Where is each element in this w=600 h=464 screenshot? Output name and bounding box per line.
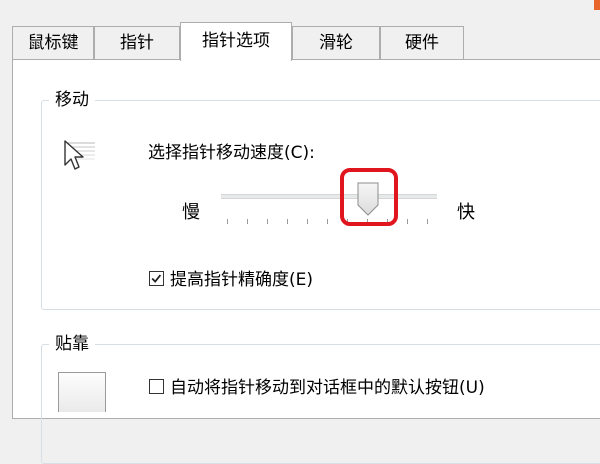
speed-prompt: 选择指针移动速度(C): [148,143,315,163]
window-top-edge [0,0,600,12]
tab-pointers[interactable]: 指针 [94,26,180,59]
checkbox-box[interactable] [149,379,164,394]
slider-tick [427,219,428,224]
tab-pointer-options[interactable]: 指针选项 [180,22,292,61]
checkmark-icon [151,274,162,283]
auto-move-label: 自动将指针移动到对话框中的默认按钮(U) [170,378,485,398]
slider-highlight-box [340,168,398,226]
snap-to-icon [58,372,106,412]
speed-slider-track[interactable] [221,194,437,199]
tab-buttons[interactable]: 鼠标键 [12,26,94,59]
tab-hardware[interactable]: 硬件 [380,26,464,59]
motion-group [41,100,600,310]
fast-label: 快 [457,202,475,223]
checkbox-box[interactable] [149,271,164,286]
slider-tick [307,219,308,224]
tab-wheel[interactable]: 滑轮 [292,26,380,59]
tab-panel: 移动 选择指针移动速度(C): 慢 快 提高指针精确度(E) 贴靠 自动将指针移… [12,59,600,464]
slider-tick [407,219,408,224]
slow-label: 慢 [182,202,200,223]
slider-tick [327,219,328,224]
snap-to-group-title: 贴靠 [49,334,95,354]
slider-tick [247,219,248,224]
window-accent [594,0,600,10]
slider-tick [227,219,228,224]
slider-tick [287,219,288,224]
pointer-trails-icon [64,140,95,170]
slider-tick [267,219,268,224]
tab-strip: 鼠标键 指针 指针选项 滑轮 硬件 [12,22,600,61]
motion-group-title: 移动 [49,90,95,110]
snap-to-group [41,344,600,464]
enhance-precision-label: 提高指针精确度(E) [170,270,314,290]
